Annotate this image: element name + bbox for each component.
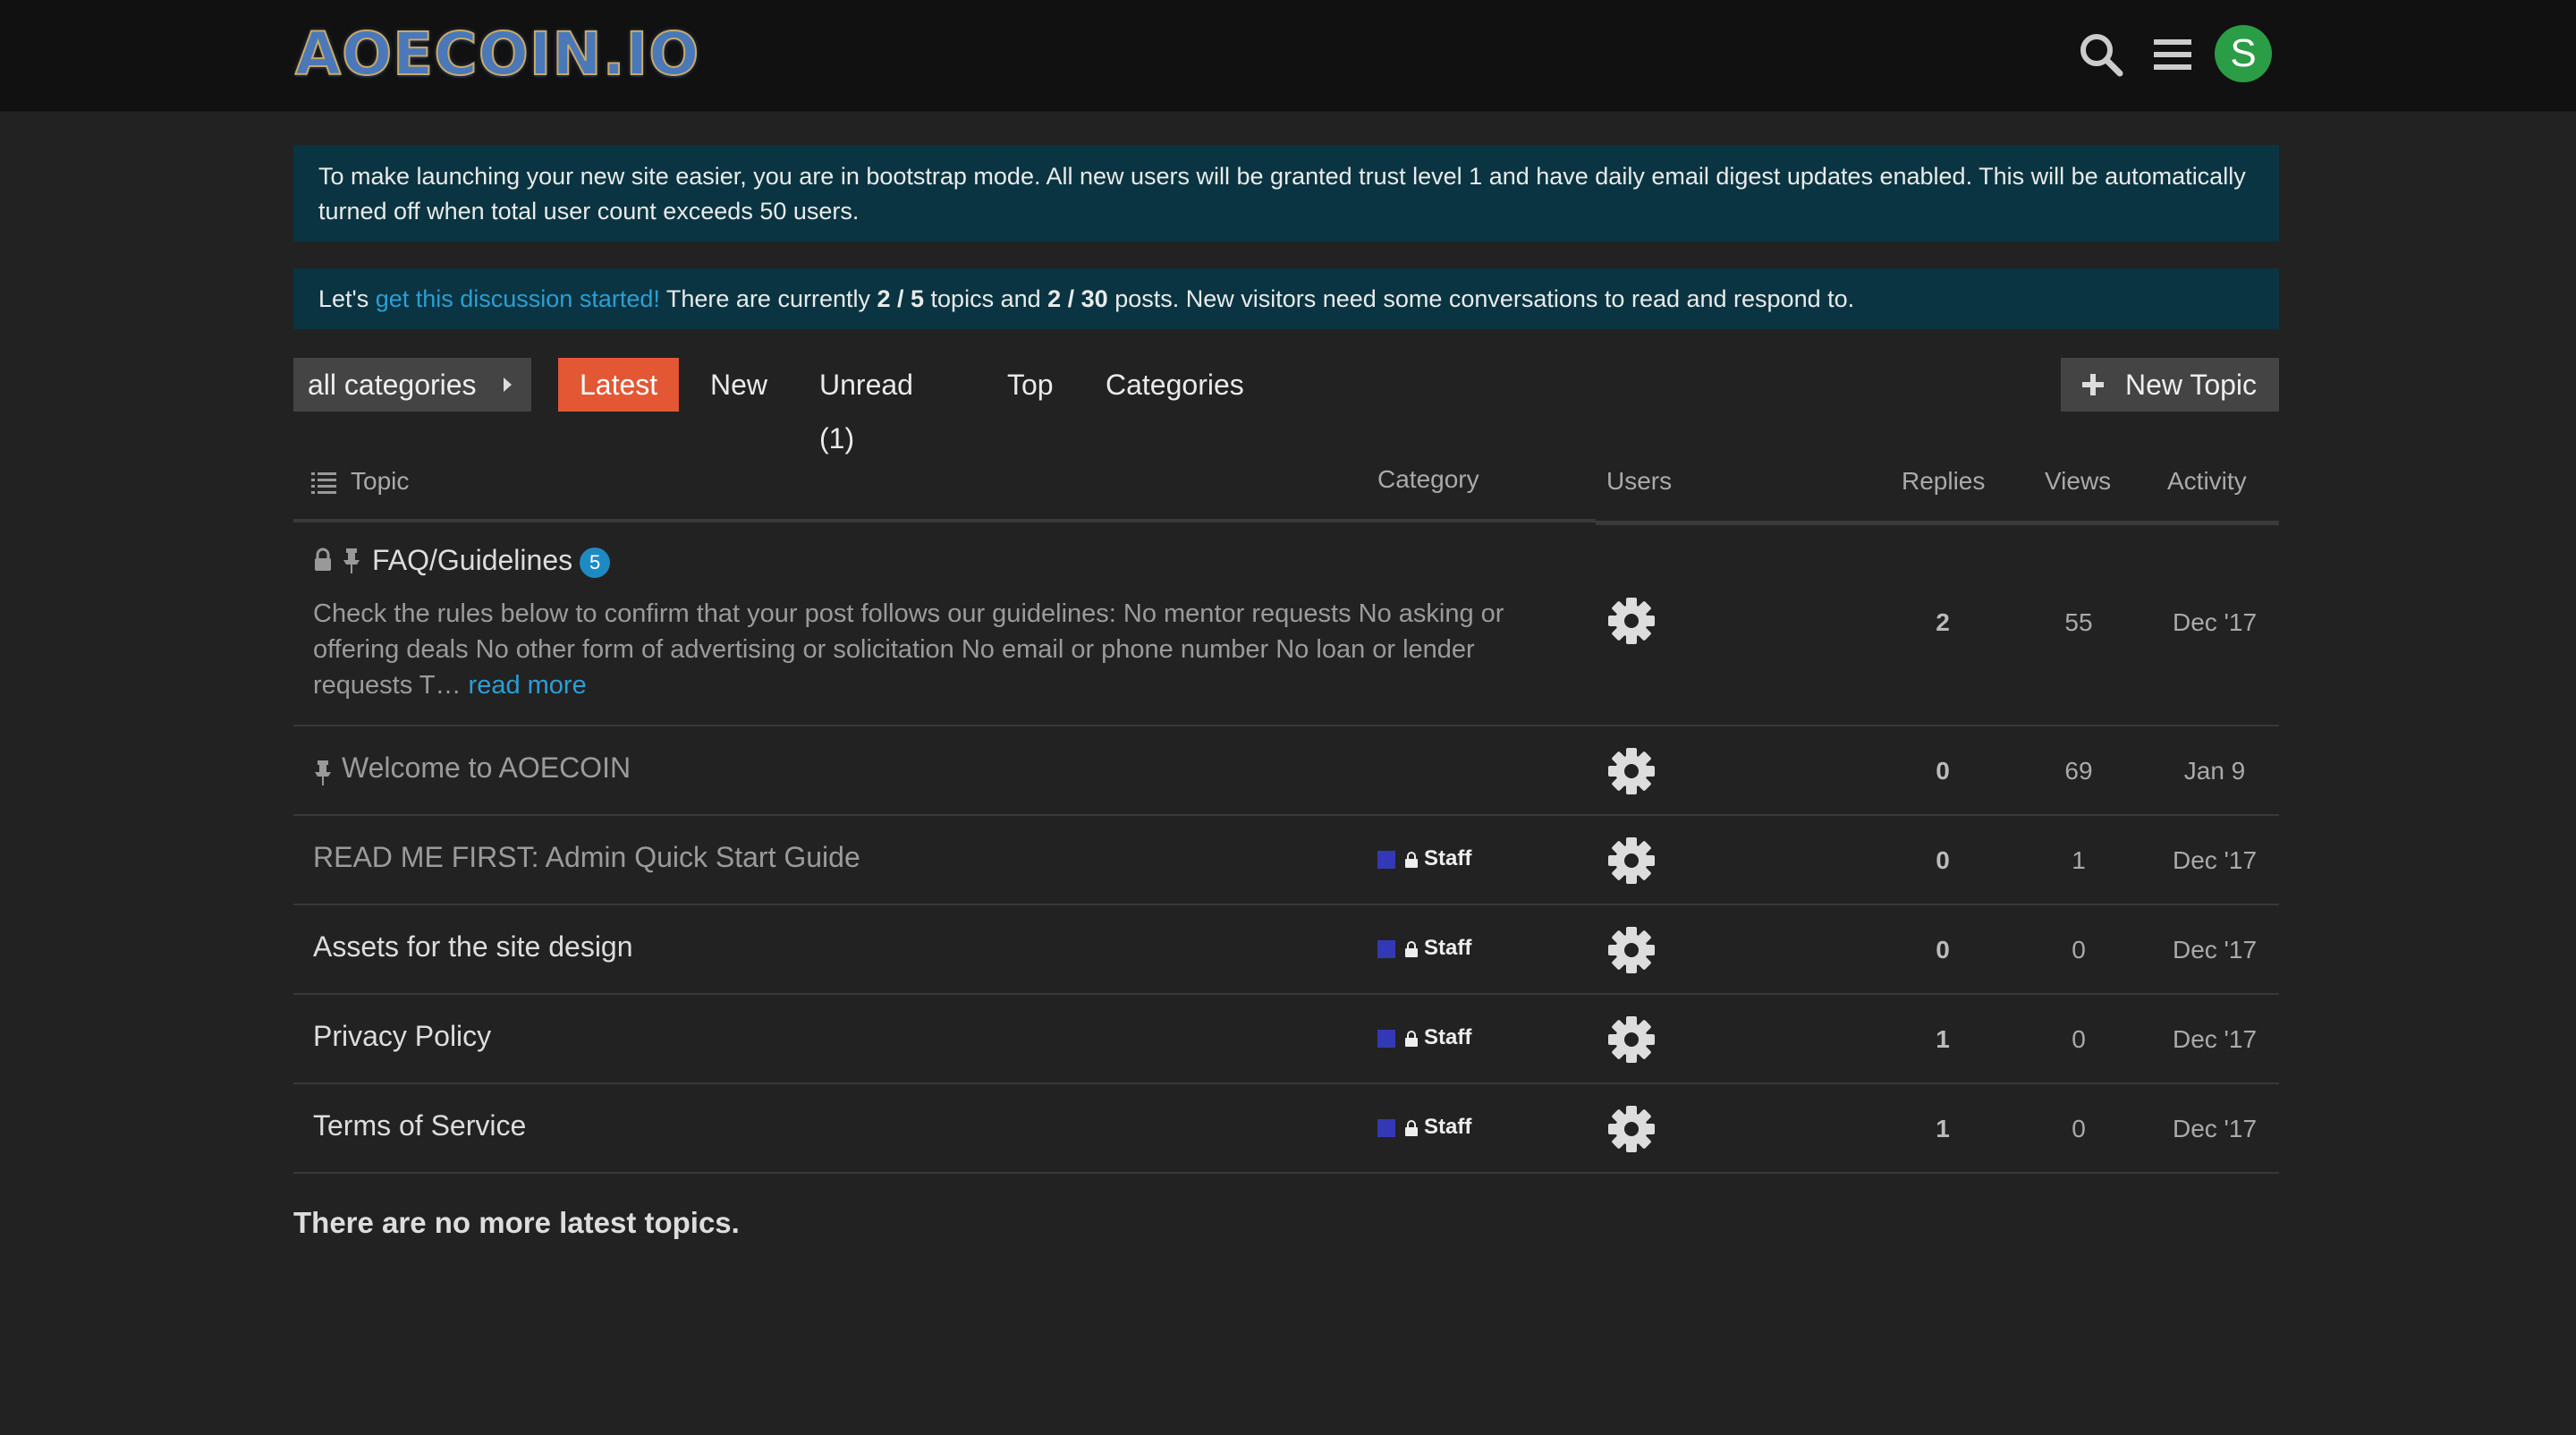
topic-title[interactable]: FAQ/Guidelines 5: [372, 544, 611, 578]
read-more-link[interactable]: read more: [469, 671, 587, 700]
topics-count: 2 / 5: [877, 285, 925, 312]
caret-right-icon: [504, 378, 512, 392]
header-activity[interactable]: Activity: [2167, 467, 2247, 496]
views-count: 0: [2072, 1025, 2086, 1053]
category-dropdown-label: all categories: [308, 369, 477, 401]
table-row[interactable]: Assets for the site design Staff 0 0 Dec…: [293, 905, 2279, 995]
topic-title[interactable]: Privacy Policy: [313, 1020, 491, 1053]
views-count: 0: [2072, 1115, 2086, 1142]
category-name: Staff: [1424, 936, 1472, 960]
bootstrap-mode-banner: To make launching your new site easier, …: [293, 145, 2279, 242]
table-row[interactable]: Privacy Policy Staff 1 0 Dec '17: [293, 995, 2279, 1084]
table-row[interactable]: FAQ/Guidelines 5 Check the rules below to…: [293, 524, 2279, 726]
site-logo[interactable]: AOECOIN.IO: [294, 19, 699, 89]
header-category[interactable]: Category: [1377, 465, 1479, 494]
replies-count: 1: [1936, 1115, 1950, 1142]
gear-icon[interactable]: [1606, 1104, 1657, 1154]
header-users: Users: [1606, 467, 1673, 495]
table-row[interactable]: READ ME FIRST: Admin Quick Start Guide S…: [293, 816, 2279, 905]
lock-icon: [1405, 851, 1418, 868]
category-name: Staff: [1424, 1115, 1472, 1139]
discussion-banner: Let's get this discussion started! There…: [293, 268, 2279, 329]
tab-top[interactable]: Top: [986, 358, 1075, 412]
header-divider: [293, 519, 1596, 522]
replies-count: 0: [1936, 936, 1950, 964]
unread-count-badge[interactable]: 5: [580, 547, 611, 578]
activity-date[interactable]: Dec '17: [2152, 608, 2277, 637]
topic-excerpt: Check the rules below to confirm that yo…: [313, 596, 1565, 703]
category-name: Staff: [1424, 1025, 1472, 1049]
start-discussion-link[interactable]: get this discussion started!: [376, 285, 660, 312]
topic-title[interactable]: READ ME FIRST: Admin Quick Start Guide: [313, 841, 860, 874]
category-badge[interactable]: Staff: [1377, 1115, 1471, 1140]
header-views[interactable]: Views: [2045, 467, 2111, 496]
activity-date[interactable]: Dec '17: [2152, 936, 2277, 964]
unpinned-icon: [315, 760, 331, 785]
discussion-text-1: There are currently: [659, 285, 877, 312]
discussion-text-3: posts. New visitors need some conversati…: [1107, 285, 1855, 312]
lock-icon: [315, 548, 331, 571]
category-badge[interactable]: Staff: [1377, 846, 1471, 871]
posts-count: 2 / 30: [1047, 285, 1108, 312]
category-color-swatch: [1377, 1118, 1395, 1137]
pin-icon: [343, 548, 360, 573]
lock-icon: [1405, 1030, 1418, 1047]
site-header: AOECOIN.IO S: [0, 0, 2576, 112]
topic-title[interactable]: Terms of Service: [313, 1109, 526, 1142]
gear-icon[interactable]: [1606, 746, 1657, 796]
category-color-swatch: [1377, 850, 1395, 869]
discussion-prefix: Let's: [318, 285, 376, 312]
new-topic-label: New Topic: [2125, 369, 2258, 401]
topic-title[interactable]: Welcome to AOECOIN: [342, 751, 631, 785]
topic-list-header: Topic Category Users Replies Views Activ…: [293, 456, 2279, 521]
header-replies[interactable]: Replies: [1902, 467, 1985, 496]
activity-date[interactable]: Dec '17: [2152, 846, 2277, 875]
user-avatar[interactable]: S: [2215, 25, 2272, 82]
category-color-swatch: [1377, 1029, 1395, 1048]
plus-icon: [2082, 374, 2104, 395]
views-count: 69: [2064, 757, 2093, 785]
tab-new[interactable]: New: [689, 358, 789, 412]
tab-latest[interactable]: Latest: [558, 358, 680, 412]
table-row[interactable]: Terms of Service Staff 1 0 Dec '17: [293, 1084, 2279, 1174]
discussion-text-2: topics and: [924, 285, 1048, 312]
views-count: 55: [2064, 608, 2093, 636]
category-badge[interactable]: Staff: [1377, 936, 1471, 961]
lock-icon: [1405, 940, 1418, 957]
category-color-swatch: [1377, 939, 1395, 958]
activity-date[interactable]: Dec '17: [2152, 1115, 2277, 1143]
tab-categories[interactable]: Categories: [1084, 358, 1266, 412]
replies-count: 0: [1936, 846, 1950, 874]
search-icon[interactable]: [2075, 29, 2127, 81]
gear-icon[interactable]: [1606, 836, 1657, 886]
topic-title[interactable]: Assets for the site design: [313, 930, 633, 964]
gear-icon[interactable]: [1606, 1015, 1657, 1065]
no-more-topics-message: There are no more latest topics.: [293, 1206, 740, 1239]
views-count: 1: [2072, 846, 2086, 874]
table-row[interactable]: Welcome to AOECOIN 0 69 Jan 9: [293, 726, 2279, 816]
list-icon: [311, 472, 336, 494]
activity-date[interactable]: Jan 9: [2152, 757, 2277, 785]
topic-title-text: FAQ/Guidelines: [372, 544, 573, 576]
replies-count: 0: [1936, 757, 1950, 785]
gear-icon[interactable]: [1606, 925, 1657, 975]
replies-count: 1: [1936, 1025, 1950, 1053]
category-dropdown[interactable]: all categories: [293, 358, 531, 412]
category-name: Staff: [1424, 846, 1472, 870]
lock-icon: [1405, 1119, 1418, 1136]
category-badge[interactable]: Staff: [1377, 1025, 1471, 1050]
replies-count: 2: [1936, 608, 1950, 636]
views-count: 0: [2072, 936, 2086, 964]
hamburger-menu-icon[interactable]: [2147, 29, 2199, 81]
gear-icon[interactable]: [1606, 596, 1657, 646]
activity-date[interactable]: Dec '17: [2152, 1025, 2277, 1054]
tab-unread[interactable]: Unread (1): [798, 358, 935, 454]
header-topic[interactable]: Topic: [351, 467, 409, 496]
new-topic-button[interactable]: New Topic: [2061, 358, 2279, 412]
